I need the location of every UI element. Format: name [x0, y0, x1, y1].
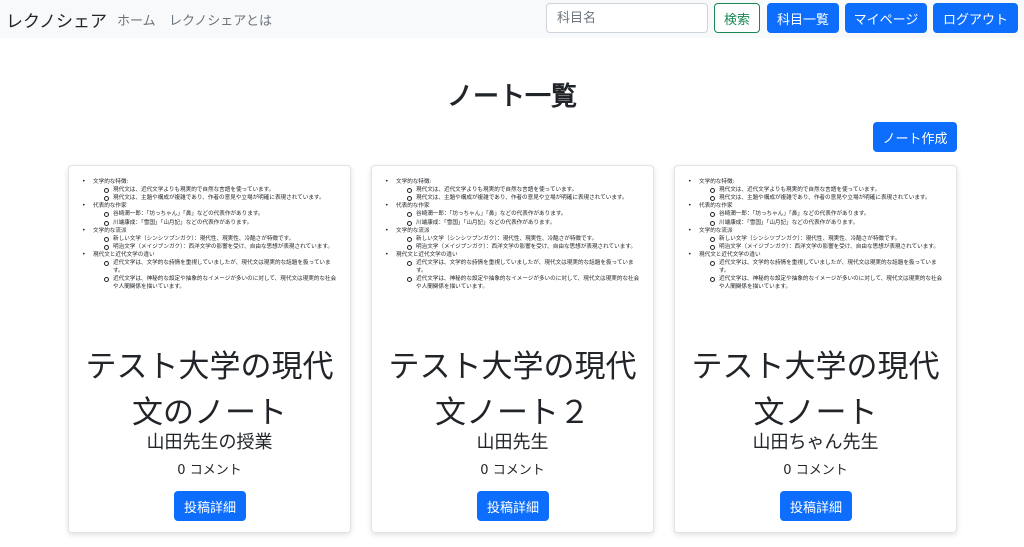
preview-item: 明治文学（メイジブンガク）：西洋文学の影響を受け、自由な思想が表現されています。 — [93, 243, 344, 251]
note-teacher: 山田ちゃん先生 — [752, 432, 879, 453]
note-card: 文学的な特徴: 現代文は、近代文学よりも現実的で自然な言語を使っています。 現代… — [68, 165, 351, 533]
comment-count: 0 コメント — [783, 463, 848, 478]
preview-item: 近代文学は、神秘的な設定や抽象的なイメージが多いのに対して、現代文は現実的な社会… — [396, 275, 647, 291]
preview-item: 近代文学は、文学的な詩情を重視していましたが、現代文は現実的な話題を扱っています… — [93, 259, 344, 275]
preview-item: 明治文学（メイジブンガク）：西洋文学の影響を受け、自由な思想が表現されています。 — [396, 243, 647, 251]
preview-heading: 代表的な作家 — [699, 203, 733, 210]
post-detail-button[interactable]: 投稿詳細 — [780, 491, 852, 521]
preview-item: 現代文は、近代文学よりも現実的で自然な言語を使っています。 — [396, 186, 647, 194]
preview-heading: 現代文と近代文学の違い — [699, 251, 761, 258]
preview-item: 現代文は、主題や構成が複雑であり、作者の意見や立場が明確に表現されています。 — [93, 194, 344, 202]
subjects-button[interactable]: 科目一覧 — [767, 3, 839, 33]
preview-heading: 文学的な流派 — [396, 227, 430, 234]
preview-item: 川端康成：「雪国」「山月記」などの代表作があります。 — [396, 219, 647, 227]
preview-item: 現代文は、主題や構成が複雑であり、作者の意見や立場が明確に表現されています。 — [396, 194, 647, 202]
preview-item: 現代文は、近代文学よりも現実的で自然な言語を使っています。 — [93, 186, 344, 194]
preview-heading: 現代文と近代文学の違い — [396, 251, 458, 258]
search-input[interactable] — [546, 3, 708, 33]
preview-item: 川端康成：「雪国」「山月記」などの代表作があります。 — [93, 219, 344, 227]
preview-item: 新しい文学（シンシツブンガク）：現代性、現実性、冷酷さが特徴です。 — [93, 235, 344, 243]
preview-heading: 代表的な作家 — [396, 203, 430, 210]
note-card: 文学的な特徴: 現代文は、近代文学よりも現実的で自然な言語を使っています。 現代… — [371, 165, 654, 533]
preview-item: 現代文は、近代文学よりも現実的で自然な言語を使っています。 — [699, 186, 950, 194]
note-teacher: 山田先生 — [476, 432, 549, 453]
preview-item: 近代文学は、神秘的な設定や抽象的なイメージが多いのに対して、現代文は現実的な社会… — [93, 275, 344, 291]
mypage-button[interactable]: マイページ — [845, 3, 927, 33]
nav-link-home[interactable]: ホーム — [117, 10, 156, 29]
preview-heading: 文学的な流派 — [93, 227, 127, 234]
preview-item: 近代文学は、文学的な詩情を重視していましたが、現代文は現実的な話題を扱っています… — [396, 259, 647, 275]
preview-heading: 文学的な特徴: — [699, 179, 735, 185]
preview-item: 谷崎潤一郎：「坊っちゃん」「鼻」などの代表作があります。 — [93, 210, 344, 218]
note-preview: 文学的な特徴: 現代文は、近代文学よりも現実的で自然な言語を使っています。 現代… — [79, 178, 344, 292]
preview-item: 川端康成：「雪国」「山月記」などの代表作があります。 — [699, 219, 950, 227]
preview-item: 新しい文学（シンシツブンガク）：現代性、現実性、冷酷さが特徴です。 — [396, 235, 647, 243]
note-teacher: 山田先生の授業 — [146, 432, 273, 453]
comment-count: 0 コメント — [480, 463, 545, 478]
logout-button[interactable]: ログアウト — [933, 3, 1018, 33]
post-detail-button[interactable]: 投稿詳細 — [477, 491, 549, 521]
preview-item: 谷崎潤一郎：「坊っちゃん」「鼻」などの代表作があります。 — [699, 210, 950, 218]
preview-heading: 文学的な流派 — [699, 227, 733, 234]
preview-heading: 文学的な特徴: — [93, 179, 129, 185]
note-preview: 文学的な特徴: 現代文は、近代文学よりも現実的で自然な言語を使っています。 現代… — [685, 178, 950, 292]
post-detail-button[interactable]: 投稿詳細 — [174, 491, 246, 521]
create-note-button[interactable]: ノート作成 — [873, 122, 957, 152]
preview-heading: 現代文と近代文学の違い — [93, 251, 155, 258]
note-card: 文学的な特徴: 現代文は、近代文学よりも現実的で自然な言語を使っています。 現代… — [674, 165, 957, 533]
brand-logo[interactable]: レクノシェア — [6, 7, 107, 32]
note-title: テスト大学の現代文ノート — [691, 349, 940, 431]
preview-item: 新しい文学（シンシツブンガク）：現代性、現実性、冷酷さが特徴です。 — [699, 235, 950, 243]
preview-heading: 文学的な特徴: — [396, 179, 432, 185]
preview-item: 近代文学は、神秘的な設定や抽象的なイメージが多いのに対して、現代文は現実的な社会… — [699, 275, 950, 291]
note-title: テスト大学の現代文のノート — [85, 349, 334, 431]
nav-link-about[interactable]: レクノシェアとは — [169, 10, 272, 29]
preview-heading: 代表的な作家 — [93, 203, 127, 210]
navbar: レクノシェア ホーム レクノシェアとは 検索 科目一覧 マイページ ログアウト — [0, 0, 1024, 38]
page-title: ノート一覧 — [446, 82, 577, 112]
note-preview: 文学的な特徴: 現代文は、近代文学よりも現実的で自然な言語を使っています。 現代… — [382, 178, 647, 292]
preview-item: 明治文学（メイジブンガク）：西洋文学の影響を受け、自由な思想が表現されています。 — [699, 243, 950, 251]
note-title: テスト大学の現代文ノート２ — [388, 349, 637, 431]
preview-item: 近代文学は、文学的な詩情を重視していましたが、現代文は現実的な話題を扱っています… — [699, 259, 950, 275]
comment-count: 0 コメント — [177, 463, 242, 478]
search-button[interactable]: 検索 — [714, 3, 760, 33]
preview-item: 現代文は、主題や構成が複雑であり、作者の意見や立場が明確に表現されています。 — [699, 194, 950, 202]
preview-item: 谷崎潤一郎：「坊っちゃん」「鼻」などの代表作があります。 — [396, 210, 647, 218]
